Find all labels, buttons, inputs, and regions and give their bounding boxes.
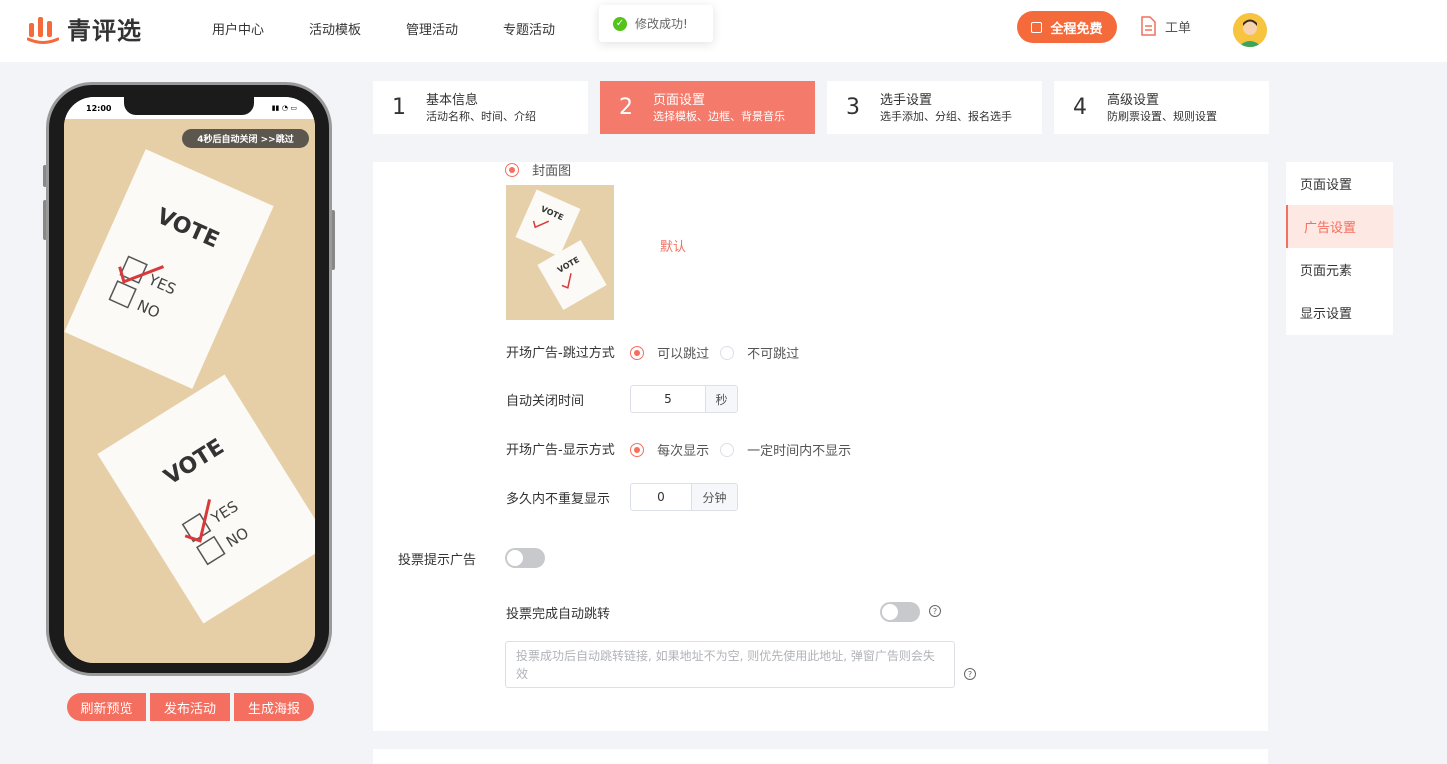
step-title: 页面设置 [653,92,706,108]
skip-ad-badge[interactable]: 4秒后自动关闭 >>跳过 [182,129,309,148]
tab-page-elements[interactable]: 页面元素 [1286,248,1393,291]
skip-mode-label: 开场广告-跳过方式 [506,346,615,361]
tab-page-settings[interactable]: 页面设置 [1286,162,1393,205]
skip-option-can[interactable]: 可以跳过 [630,342,709,362]
no-repeat-input-group: 0 分钟 [630,483,738,511]
step-number: 2 [619,95,633,120]
nav-topic-activities[interactable]: 专题活动 [503,19,555,38]
no-repeat-unit: 分钟 [691,484,737,510]
jump-url-textarea[interactable]: 投票成功后自动跳转链接, 如果地址不为空, 则优先使用此地址, 弹窗广告则会失效 [505,641,955,688]
cover-label: 封面图 [532,164,572,179]
step-page-settings[interactable]: 2 页面设置 选择模板、边框、背景音乐 [600,81,815,134]
checkbox-icon [1031,21,1043,33]
nav-activity-templates[interactable]: 活动模板 [309,19,361,38]
toast-text: 修改成功! [635,17,688,31]
skip-option-can-label: 可以跳过 [657,347,710,362]
display-option-every[interactable]: 每次显示 [630,439,709,459]
free-button[interactable]: 全程免费 [1017,11,1117,43]
skip-option-cannot-label: 不可跳过 [747,347,800,362]
radio-button[interactable] [720,442,734,457]
auto-close-label: 自动关闭时间 [506,394,585,409]
logo-text: 青评选 [67,17,142,45]
cover-image: VOTE VOTE [506,185,614,320]
generate-poster-button[interactable]: 生成海报 [234,693,314,721]
auto-jump-label: 投票完成自动跳转 [506,607,611,622]
nav-manage-activities[interactable]: 管理活动 [406,19,458,38]
signal-battery-icon: ▮▮ ◔ ▭ [271,104,297,112]
logo[interactable]: 青评选 [27,11,142,46]
step-title: 基本信息 [426,92,479,108]
step-subtitle: 防刷票设置、规则设置 [1107,109,1217,123]
step-subtitle: 活动名称、时间、介绍 [426,109,536,123]
step-advanced-settings[interactable]: 4 高级设置 防刷票设置、规则设置 [1054,81,1269,134]
skip-option-cannot[interactable]: 不可跳过 [720,342,799,362]
help-icon[interactable]: ? [964,668,976,680]
ad-image: VOTE YES NO VOTE YES NO [64,119,315,663]
cover-radio[interactable] [505,162,519,177]
logo-icon [27,16,59,44]
auto-jump-switch[interactable] [880,602,920,622]
step-bar: 1 基本信息 活动名称、时间、介绍 2 页面设置 选择模板、边框、背景音乐 3 选手… [373,81,1269,134]
check-circle-icon: ✓ [613,16,627,31]
vote-tip-ad-label: 投票提示广告 [398,553,477,568]
auto-close-input-group: 5 秒 [630,385,738,413]
radio-button[interactable] [630,345,644,360]
no-repeat-label: 多久内不重复显示 [506,492,611,507]
help-icon[interactable]: ? [929,605,941,617]
next-section-panel [373,749,1268,764]
step-subtitle: 选择模板、边框、背景音乐 [653,109,785,123]
phone-screen: 12:00 ▮▮ ◔ ▭ VOTE YES NO VOTE YES NO 4秒后… [64,97,315,663]
vote-tip-ad-switch[interactable] [505,548,545,568]
step-basic-info[interactable]: 1 基本信息 活动名称、时间、介绍 [373,81,588,134]
preview-actions: 刷新预览 发布活动 生成海报 [67,693,318,721]
tab-ad-settings[interactable]: 广告设置 [1286,205,1393,248]
ticket-label: 工单 [1165,20,1192,36]
phone-notch [124,97,254,115]
refresh-preview-button[interactable]: 刷新预览 [67,693,146,721]
display-option-period-label: 一定时间内不显示 [747,444,852,459]
display-option-every-label: 每次显示 [657,444,710,459]
user-avatar[interactable] [1233,13,1267,47]
success-toast: ✓ 修改成功! [599,5,713,42]
top-header: 青评选 用户中心 活动模板 管理活动 专题活动 定制 ✓ 修改成功! 全程免费 … [0,0,1447,62]
display-mode-label: 开场广告-显示方式 [506,443,615,458]
step-number: 4 [1073,95,1087,120]
ad-settings-panel: 封面图 VOTE VOTE 默认 开场广告-跳过方式 可以跳过 不可跳过 自动关… [373,162,1268,731]
step-number: 3 [846,95,860,120]
display-option-period[interactable]: 一定时间内不显示 [720,439,851,459]
settings-tabs: 页面设置 广告设置 页面元素 显示设置 [1286,162,1393,335]
no-repeat-input[interactable]: 0 [631,484,691,510]
step-number: 1 [392,95,406,120]
step-title: 选手设置 [880,92,933,108]
cover-radio-row[interactable]: 封面图 [505,162,571,179]
publish-activity-button[interactable]: 发布活动 [150,693,230,721]
step-player-settings[interactable]: 3 选手设置 选手添加、分组、报名选手 [827,81,1042,134]
avatar-illustration [1233,13,1267,47]
step-subtitle: 选手添加、分组、报名选手 [880,109,1012,123]
auto-close-input[interactable]: 5 [631,386,705,412]
phone-preview: 12:00 ▮▮ ◔ ▭ VOTE YES NO VOTE YES NO 4秒后… [46,82,332,676]
step-title: 高级设置 [1107,92,1160,108]
tab-display-settings[interactable]: 显示设置 [1286,291,1393,334]
document-icon [1141,16,1156,36]
status-time: 12:00 [86,104,112,113]
radio-button[interactable] [630,442,644,457]
phone-status-bar: 12:00 ▮▮ ◔ ▭ [64,97,315,119]
nav-user-center[interactable]: 用户中心 [212,19,264,38]
radio-button[interactable] [720,345,734,360]
ticket-link[interactable]: 工单 [1140,16,1191,36]
default-link[interactable]: 默认 [660,236,686,255]
free-button-label: 全程免费 [1050,21,1103,37]
cover-thumbnail[interactable]: VOTE VOTE [506,185,614,320]
auto-close-unit: 秒 [705,386,737,412]
